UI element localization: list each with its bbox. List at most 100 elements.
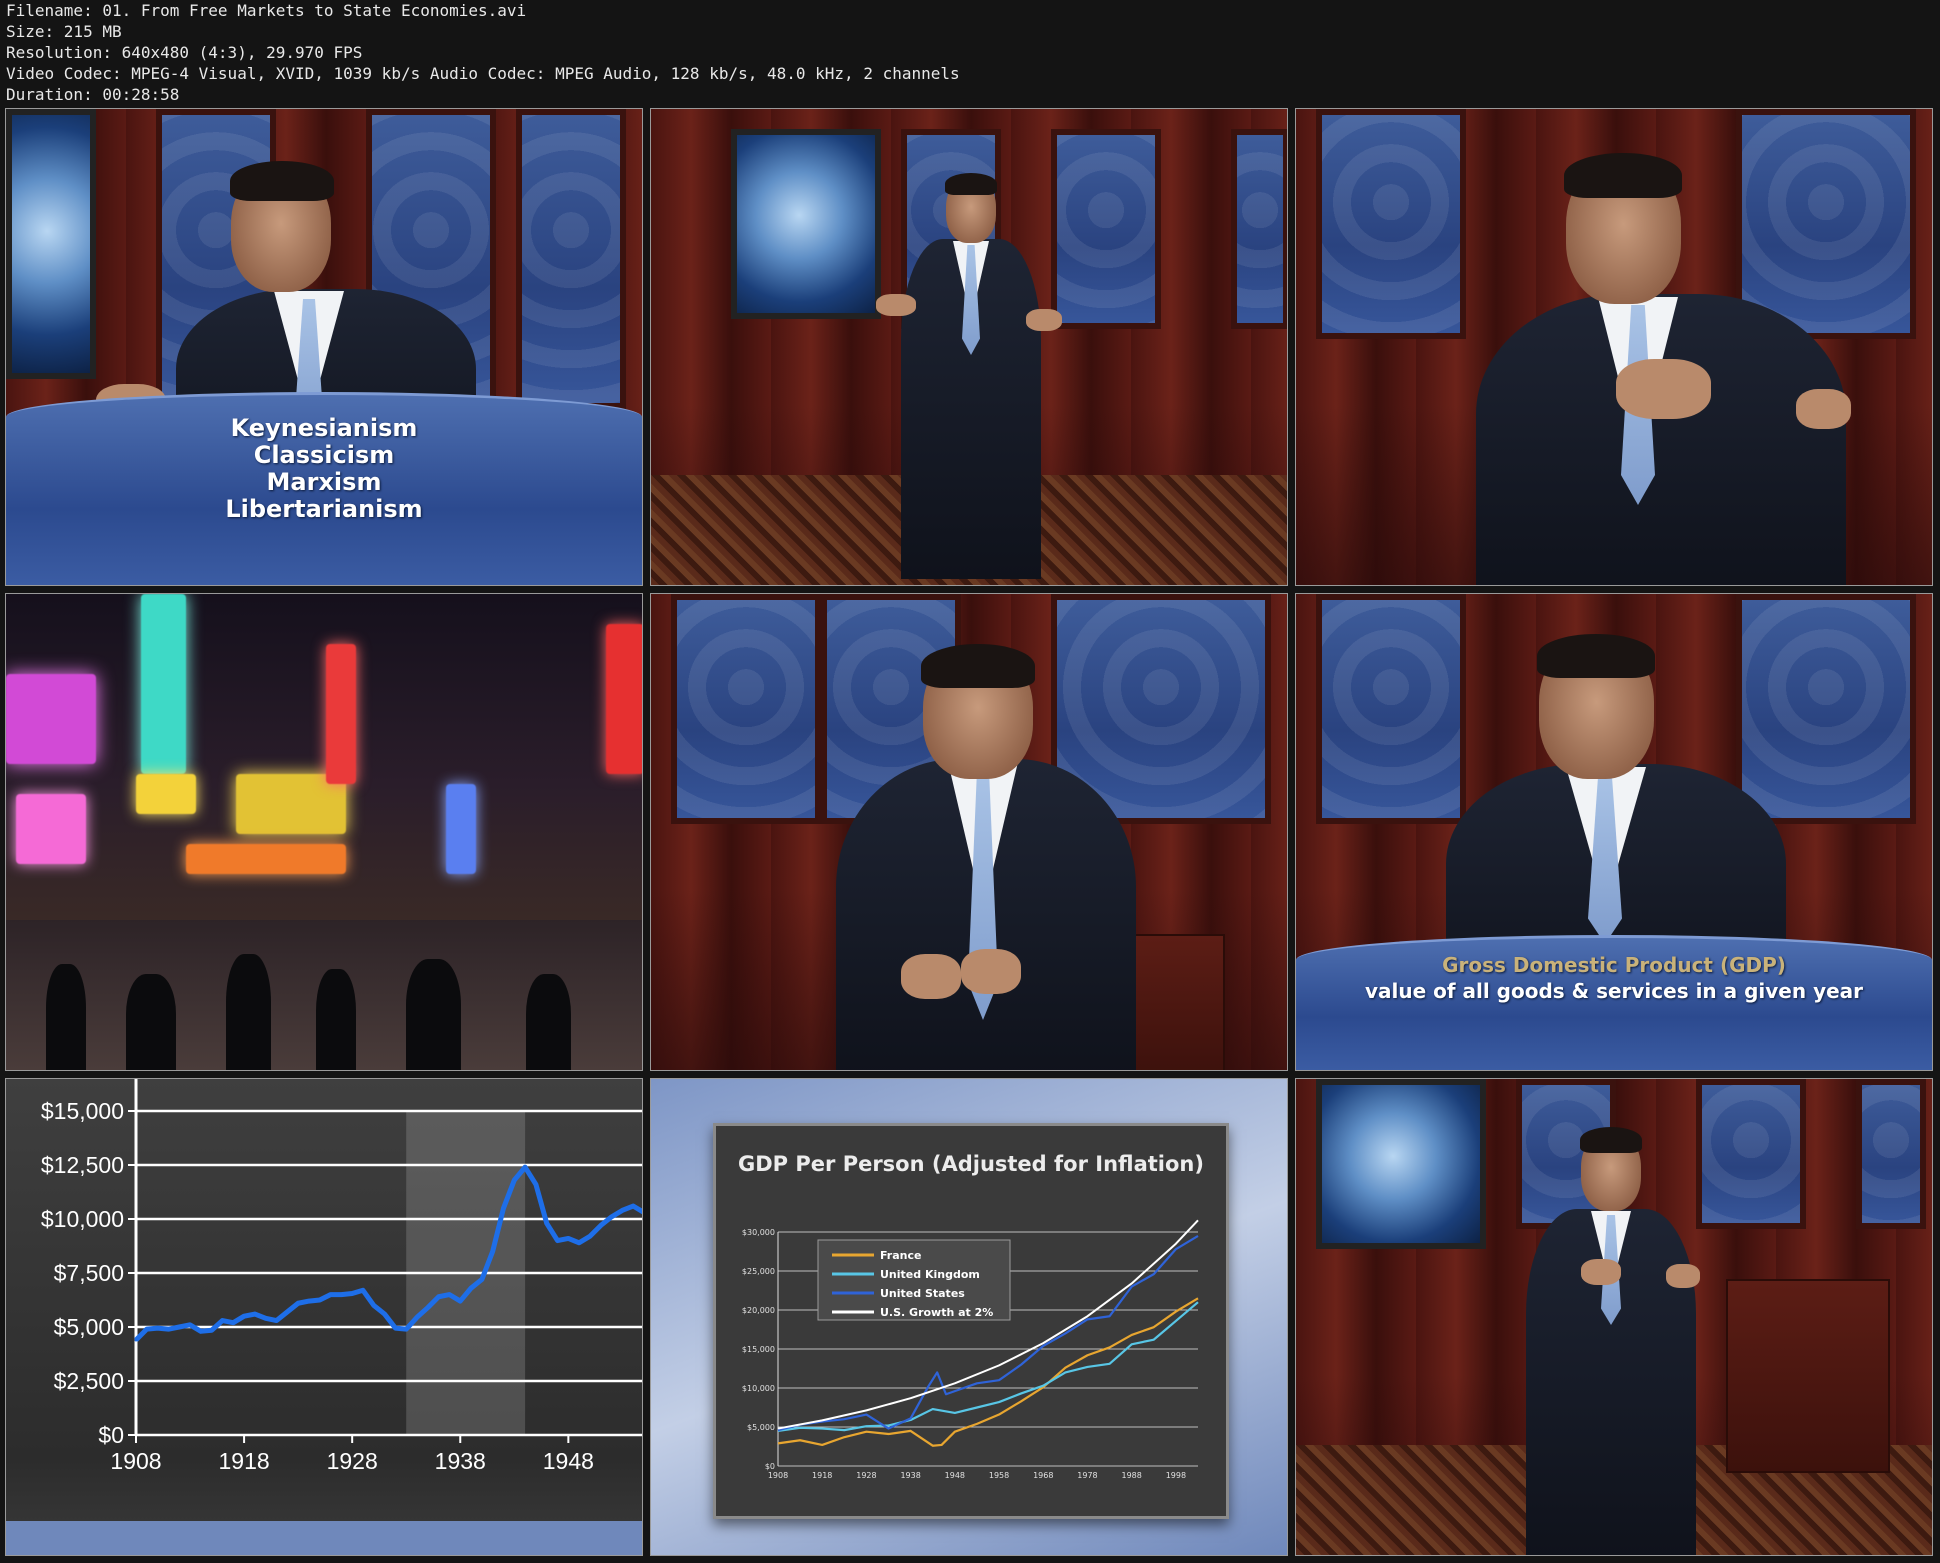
globe-screen (731, 129, 881, 319)
legend-label: France (880, 1249, 921, 1262)
y-tick-label: $25,000 (742, 1267, 775, 1276)
data-point (556, 1239, 560, 1243)
data-point (177, 1325, 181, 1329)
neon-sign (606, 624, 642, 774)
data-point (447, 1293, 451, 1297)
data-point (458, 1299, 462, 1303)
bottom-strip (6, 1521, 642, 1555)
y-tick-label: $30,000 (742, 1228, 775, 1237)
neon-sign (446, 784, 476, 874)
pedestrian (126, 974, 176, 1070)
size-line: Size: 215 MB (6, 22, 122, 41)
pedestrian (316, 969, 356, 1070)
window-panel (1736, 594, 1916, 824)
data-point (437, 1295, 441, 1299)
resolution-line: Resolution: 640x480 (4:3), 29.970 FPS (6, 43, 363, 62)
thumbnail-1: Keynesianism Classicism Marxism Libertar… (5, 108, 643, 586)
x-tick-label: 1938 (435, 1448, 486, 1474)
x-tick-label: 1968 (1033, 1471, 1053, 1480)
data-point (577, 1241, 581, 1245)
neon-sign (326, 644, 356, 784)
data-point (307, 1299, 311, 1303)
window-panel (671, 594, 821, 824)
y-tick-label: $5,000 (747, 1423, 775, 1432)
data-point (231, 1321, 235, 1325)
y-tick-label: $2,500 (54, 1368, 124, 1394)
data-point (599, 1223, 603, 1227)
data-point (610, 1215, 614, 1219)
x-tick-label: 1918 (812, 1471, 832, 1480)
neon-sign (136, 774, 196, 814)
data-point (156, 1326, 160, 1330)
y-tick-label: $5,000 (54, 1314, 124, 1340)
data-point (393, 1326, 397, 1330)
podium (1726, 1279, 1890, 1473)
caption-line: Marxism (266, 468, 382, 496)
data-point (242, 1314, 246, 1318)
window-panel (1696, 1079, 1806, 1229)
window-panel (1051, 129, 1161, 329)
pedestrian (226, 954, 271, 1070)
data-point (383, 1312, 387, 1316)
data-point (415, 1315, 419, 1319)
legend-label: U.S. Growth at 2% (880, 1306, 993, 1319)
pedestrian (526, 974, 571, 1070)
window-panel (1231, 129, 1287, 329)
data-point (220, 1319, 224, 1323)
caption-line: Libertarianism (225, 495, 423, 523)
window-panel (1736, 109, 1916, 339)
filename-line: Filename: 01. From Free Markets to State… (6, 1, 527, 20)
x-tick-label: 1908 (110, 1448, 161, 1474)
data-point (361, 1288, 365, 1292)
legend-label: United Kingdom (880, 1268, 980, 1281)
x-tick-label: 1958 (989, 1471, 1009, 1480)
x-tick-label: 1948 (543, 1448, 594, 1474)
chart-panel: GDP Per Person (Adjusted for Inflation) … (713, 1123, 1229, 1519)
data-point (350, 1292, 354, 1296)
thumbnail-4 (5, 593, 643, 1071)
y-tick-label: $7,500 (54, 1260, 124, 1286)
neon-sign (186, 844, 346, 874)
data-point (210, 1328, 214, 1332)
y-tick-label: $20,000 (742, 1306, 775, 1315)
data-point (339, 1293, 343, 1297)
y-tick-label: $10,000 (41, 1206, 124, 1232)
y-tick-label: $10,000 (742, 1384, 775, 1393)
file-info-header: Filename: 01. From Free Markets to State… (6, 0, 1906, 105)
data-point (512, 1178, 516, 1182)
data-point (166, 1327, 170, 1331)
thumbnail-9 (1295, 1078, 1933, 1556)
data-point (491, 1249, 495, 1253)
neon-sign (16, 794, 86, 864)
data-point (643, 1211, 644, 1214)
x-tick-label: 1998 (1166, 1471, 1186, 1480)
data-point (285, 1310, 289, 1314)
data-point (404, 1327, 408, 1331)
window-panel (1316, 109, 1466, 339)
globe-screen (1316, 1079, 1486, 1249)
y-tick-label: $12,500 (41, 1152, 124, 1178)
pedestrian (406, 959, 461, 1070)
caption-line: Keynesianism (230, 414, 418, 442)
data-point (469, 1286, 473, 1290)
x-tick-label: 1928 (856, 1471, 876, 1480)
codec-line: Video Codec: MPEG-4 Visual, XVID, 1039 k… (6, 64, 960, 83)
data-point (264, 1316, 268, 1320)
data-point (545, 1221, 549, 1225)
data-point (329, 1293, 333, 1297)
caption-title: Gross Domestic Product (GDP) (1442, 953, 1786, 977)
window-panel (1316, 594, 1466, 824)
series-line (134, 1164, 642, 1342)
data-point (620, 1208, 624, 1212)
x-tick-label: 1988 (1122, 1471, 1142, 1480)
x-tick-label: 1938 (900, 1471, 920, 1480)
thumbnail-5 (650, 593, 1288, 1071)
pedestrian (46, 964, 86, 1070)
data-point (145, 1327, 149, 1331)
caption-line: Classicism (253, 441, 395, 469)
x-tick-label: 1908 (768, 1471, 788, 1480)
data-point (253, 1312, 257, 1316)
data-point (501, 1206, 505, 1210)
caption-subtitle: value of all goods & services in a given… (1364, 979, 1864, 1003)
gdp-per-person-chart: $30,000 $25,000 $20,000 $15,000 $10,000 $5,00… (742, 1219, 1199, 1480)
